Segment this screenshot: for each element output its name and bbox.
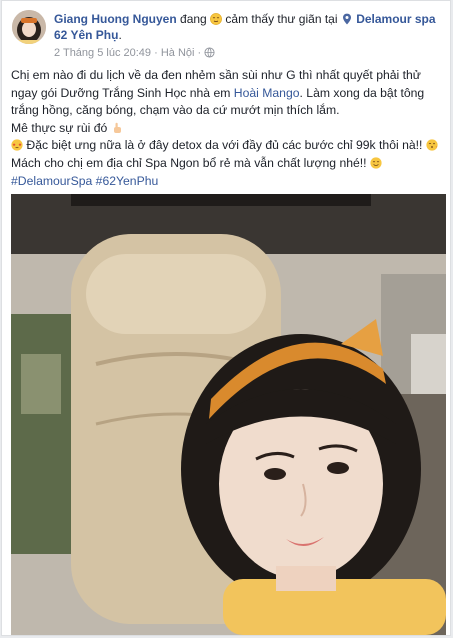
pointing-hand-icon [111,122,123,134]
location-pin-icon [341,13,353,25]
post-paragraph: Đặc biệt ưng nữa là ở đây detox da với đ… [11,137,447,155]
post-paragraph: Chị em nào đi du lịch về da đen nhẻm sần… [11,67,447,120]
status-text: đang [180,12,207,26]
mention-link[interactable]: Hoài Mango [234,86,300,100]
post-paragraph: Mê thực sự rùi đó [11,120,447,138]
post-header: Giang Huong Nguyen đang cảm thấy thư giã… [54,11,444,43]
kissing-face-icon [426,139,438,151]
avatar-image [12,10,46,44]
post-timestamp[interactable]: 2 Tháng 5 lúc 20:49 [54,47,151,59]
post-photo[interactable] [11,194,446,635]
post-paragraph: Mách cho chị em địa chỉ Spa Ngon bổ rẻ m… [11,155,447,173]
post-location[interactable]: Hà Nội [161,47,195,59]
post-text: Mách cho chị em địa chỉ Spa Ngon bổ rẻ m… [11,155,367,170]
post-meta: 2 Tháng 5 lúc 20:49 · Hà Nội · [54,46,216,60]
avatar[interactable] [12,10,46,44]
hashtag-links[interactable]: #DelamourSpa #62YenPhu [11,174,158,188]
post-body: Chị em nào đi du lịch về da đen nhẻm sần… [11,67,447,190]
globe-icon[interactable] [204,47,216,59]
meta-separator: · [197,47,202,59]
relieved-face-icon [210,13,222,25]
place-suffix: . [118,28,122,42]
star-struck-icon [11,139,23,151]
facebook-post: Giang Huong Nguyen đang cảm thấy thư giã… [1,0,451,636]
post-paragraph: #DelamourSpa #62YenPhu [11,173,447,191]
feeling-text: cảm thấy thư giãn tại [225,12,338,26]
smiling-face-icon [370,157,382,169]
selfie-image [11,194,446,635]
post-text: Đặc biệt ưng nữa là ở đây detox da với đ… [26,138,423,153]
meta-separator: · [154,47,158,59]
post-text: Mê thực sự rùi đó [11,120,108,135]
author-name[interactable]: Giang Huong Nguyen [54,12,177,26]
